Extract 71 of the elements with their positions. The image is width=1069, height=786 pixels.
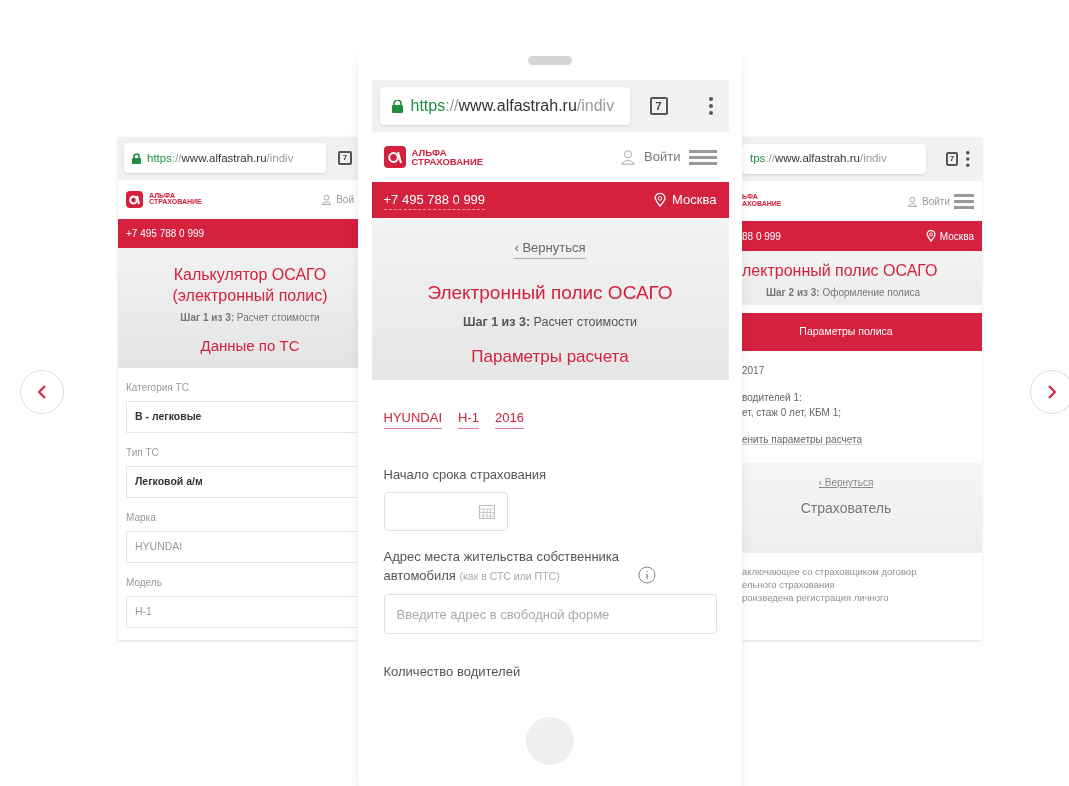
menu-icon	[688, 149, 717, 165]
dropdown-field[interactable]: В - легковые	[126, 401, 358, 433]
address-field[interactable]: Введите адрес в свободной форме	[383, 594, 717, 634]
car-link[interactable]: 2016	[494, 408, 524, 429]
url-field[interactable]: tps://www.alfastrah.ru/indiv	[742, 144, 926, 174]
tab-count[interactable]: 7	[945, 152, 959, 166]
location-pin-icon	[654, 193, 667, 207]
city-link[interactable]: Москва	[672, 190, 717, 210]
chevron-icon	[37, 384, 47, 400]
field-label: Тип ТС	[126, 446, 160, 460]
car-link[interactable]: H-1	[458, 408, 479, 429]
section-title: Страхователь	[800, 499, 892, 518]
description-text: аключающее со страховщиком договор	[742, 565, 918, 578]
summary-text: водителей 1:	[742, 391, 803, 405]
more-icon	[708, 97, 713, 115]
phone-link[interactable]: +7 495 788 0 999	[383, 189, 486, 211]
phone-link[interactable]: 88 0 999	[742, 228, 781, 244]
back-link[interactable]: ‹ Вернуться	[514, 238, 586, 259]
tab-count[interactable]: 7	[649, 97, 668, 115]
logo-text: АЛЬФА	[411, 148, 448, 157]
dropdown-field[interactable]: Легковой а/м	[126, 466, 358, 498]
more-icon	[966, 150, 970, 168]
info-icon	[637, 566, 656, 584]
change-link[interactable]: енить параметры расчета	[742, 432, 863, 447]
summary-text: 2017	[742, 364, 766, 378]
user-icon	[620, 149, 637, 165]
user-icon	[907, 195, 918, 207]
field-label: Количество водителей	[383, 663, 522, 681]
description-text: ельного страхования	[742, 578, 836, 591]
summary-text: ет, стаж 0 лет, КБМ 1;	[742, 406, 843, 420]
section-title: Параметры расчета	[471, 345, 629, 368]
login-link[interactable]: Войти	[922, 193, 950, 209]
user-icon	[321, 193, 333, 205]
lock-icon	[391, 99, 403, 113]
description-text: роизведена регистрация личного	[742, 591, 890, 604]
login-link[interactable]: Вой	[336, 191, 354, 207]
input-field[interactable]: H-1	[126, 596, 358, 628]
login-link[interactable]: Войти	[644, 147, 681, 167]
page-title: лектронный полис ОСАГО	[742, 261, 939, 281]
field-label: Марка	[126, 511, 157, 525]
speaker-slot	[528, 56, 572, 65]
date-field[interactable]	[383, 492, 508, 531]
logo-mark-icon	[126, 190, 143, 208]
phone-link[interactable]: +7 495 788 0 999	[126, 225, 205, 241]
field-label: Категория ТС	[126, 381, 190, 395]
lock-icon	[132, 152, 141, 164]
step-text: Шаг 2 из 3: Оформление полиса	[765, 286, 922, 300]
back-link[interactable]: ‹ Вернуться	[818, 475, 874, 490]
section-band: Параметры полиса	[742, 313, 982, 351]
page-title: Калькулятор ОСАГО (электронный полис)	[171, 264, 329, 306]
field-label: Адрес места жительства собственника автомобиля (как в СТС или ПТС)	[383, 548, 621, 585]
calendar-icon	[478, 504, 495, 519]
next-button[interactable]	[1030, 370, 1069, 414]
location-pin-icon	[925, 230, 936, 242]
page-title: Электронный полис ОСАГО	[427, 280, 673, 305]
step-text: Шаг 1 из 3: Расчет стоимости	[180, 310, 320, 325]
logo-text: СТРАХОВАНИЕ	[411, 157, 484, 166]
logo-mark-icon	[383, 146, 406, 168]
tab-count[interactable]: 7	[338, 151, 352, 166]
step-text: Шаг 1 из 3: Расчет стоимости	[462, 314, 638, 331]
field-label: Модель	[126, 576, 163, 590]
url-field[interactable]: https://www.alfastrah.ru/indiv	[379, 87, 630, 125]
car-link[interactable]: HYUNDAI	[383, 408, 442, 429]
city-link[interactable]: Москва	[939, 228, 974, 244]
field-label: Начало срока страхования	[383, 465, 548, 484]
menu-icon	[954, 193, 974, 209]
chevron-icon	[1047, 384, 1057, 400]
input-field[interactable]: HYUNDAI	[126, 531, 358, 563]
previous-button[interactable]	[20, 370, 64, 414]
section-title: Данные по ТС	[200, 335, 300, 356]
url-field[interactable]: https://www.alfastrah.ru/indiv	[124, 143, 327, 174]
